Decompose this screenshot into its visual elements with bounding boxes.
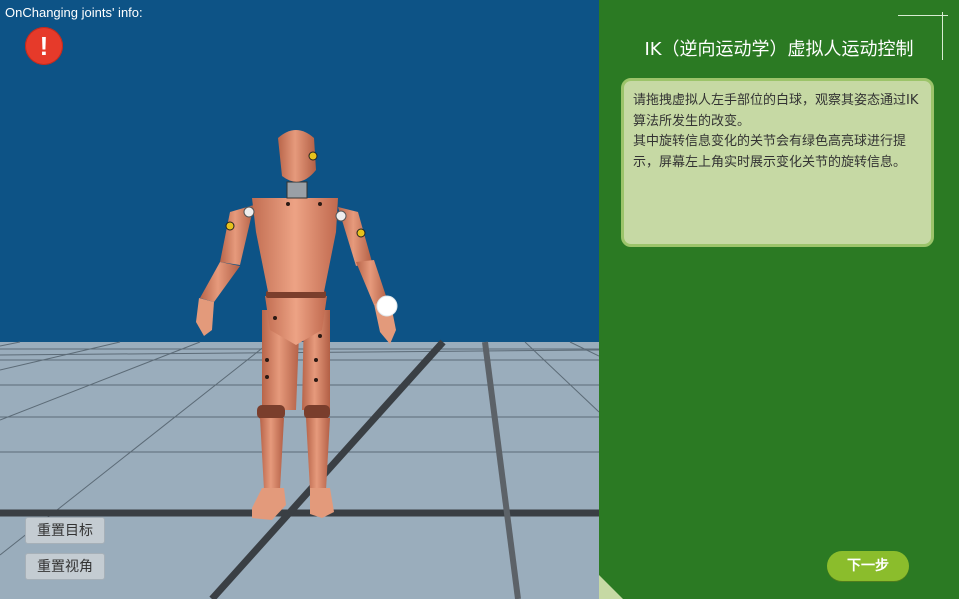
- ik-target-sphere[interactable]: [376, 295, 398, 317]
- left-hand: [196, 298, 214, 336]
- left-forearm: [200, 262, 240, 302]
- shoulder-sensor-right: [335, 210, 347, 222]
- exclamation-circle-icon[interactable]: !: [25, 27, 63, 65]
- corner-decoration-line: [898, 15, 948, 16]
- torso: [252, 198, 338, 292]
- description-paragraph: 请拖拽虚拟人左手部位的白球，观察其姿态通过IK算法所发生的改变。: [633, 93, 919, 129]
- right-foot: [310, 488, 334, 518]
- left-shin: [260, 418, 284, 490]
- joints-info-label: OnChanging joints' info:: [5, 5, 143, 20]
- arm-marker-left: [225, 221, 235, 231]
- description-paragraph: 其中旋转信息变化的关节会有绿色高亮球进行提示，屏幕左上角实时展示变化关节的旋转信…: [633, 134, 907, 170]
- corner-fold-decoration: [599, 575, 623, 599]
- head-marker: [308, 151, 318, 161]
- right-knee: [304, 405, 330, 419]
- left-knee: [257, 405, 285, 419]
- right-shin: [306, 418, 330, 490]
- description-box: 请拖拽虚拟人左手部位的白球，观察其姿态通过IK算法所发生的改变。 其中旋转信息变…: [621, 78, 934, 247]
- reset-view-button[interactable]: 重置视角: [25, 553, 105, 580]
- panel-title: IK（逆向运动学）虚拟人运动控制: [644, 39, 914, 60]
- next-step-button[interactable]: 下一步: [827, 551, 909, 581]
- reset-target-button[interactable]: 重置目标: [25, 517, 105, 544]
- scene-canvas[interactable]: [0, 0, 599, 599]
- arm-marker-right: [356, 228, 366, 238]
- 3d-viewport[interactable]: OnChanging joints' info: ! 重置目标 重置视角: [0, 0, 599, 599]
- shoulder-sensor-left: [243, 206, 255, 218]
- waist-band: [266, 291, 326, 298]
- instruction-panel: IK（逆向运动学）虚拟人运动控制 请拖拽虚拟人左手部位的白球，观察其姿态通过IK…: [599, 0, 959, 599]
- neck: [286, 181, 308, 199]
